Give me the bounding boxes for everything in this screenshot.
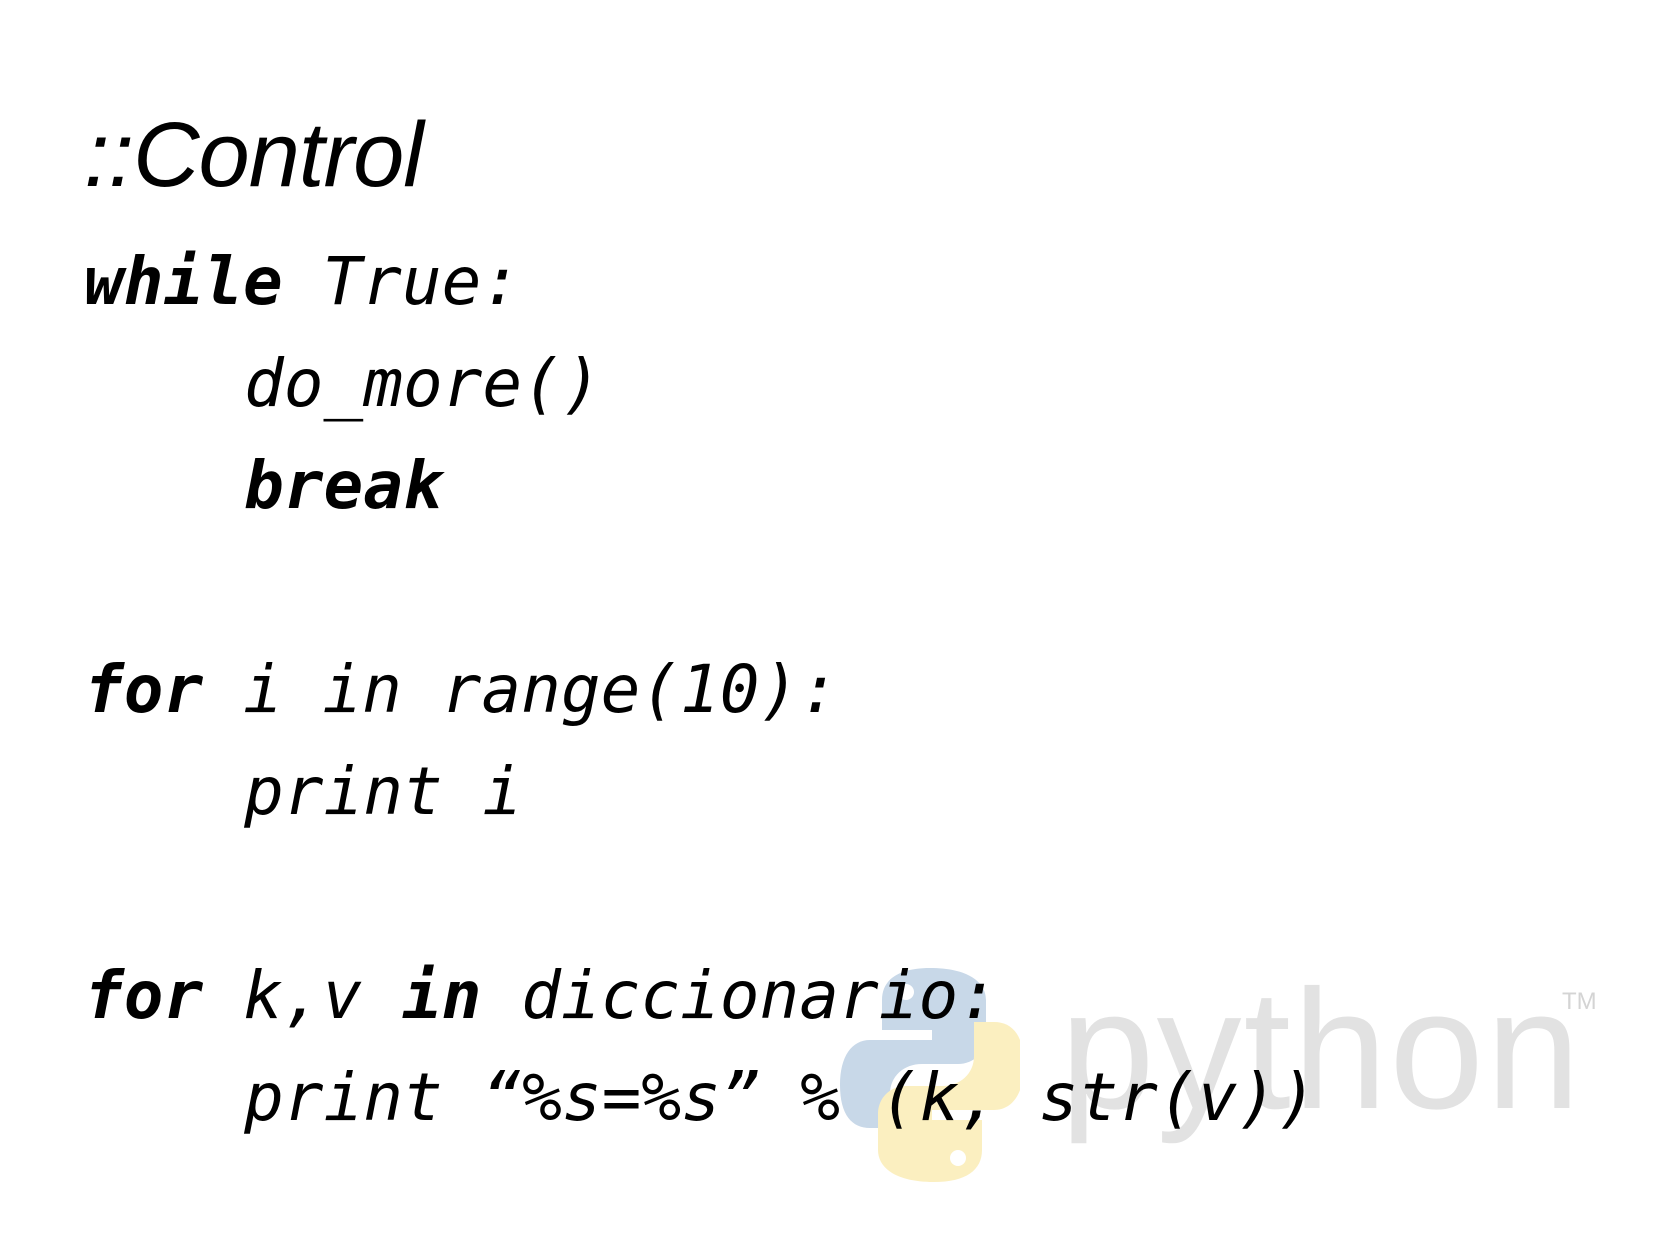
code-line-5: print i [84,752,522,832]
code-line-6: for k,v in diccionario: [84,956,998,1036]
code-line-1: while True: [84,242,521,322]
code-text: k,v [203,957,402,1034]
code-line-7: print “%s=%s” % (k, str(v)) [84,1058,1317,1138]
code-text: i in range(10): [203,651,839,728]
slide-title: ::Control [84,104,424,206]
slide: python TM ::Control while True: do_more(… [0,0,1654,1240]
code-text: do_more() [244,345,602,422]
trademark-mark: TM [1562,988,1597,1015]
code-text: print “%s=%s” % (k, str(v)) [244,1059,1317,1136]
code-text: diccionario: [481,957,998,1034]
keyword-while: while [84,243,283,320]
keyword-in: in [401,957,482,1034]
code-text: True: [282,243,522,320]
code-text: print i [244,753,523,830]
code-line-3: break [84,446,443,526]
code-line-4: for i in range(10): [84,650,839,730]
keyword-for: for [84,957,204,1034]
keyword-for: for [84,651,204,728]
keyword-break: break [244,447,443,524]
code-line-2: do_more() [84,344,602,424]
